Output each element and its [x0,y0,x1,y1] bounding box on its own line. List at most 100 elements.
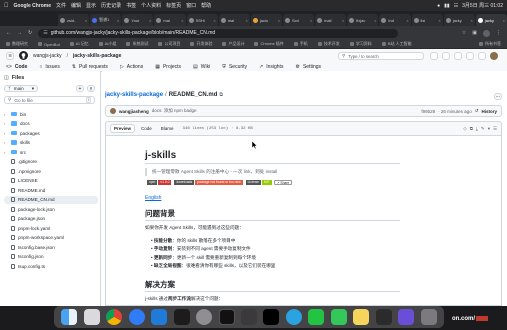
tree-folder[interactable]: › src [4,148,26,156]
hamburger-menu-icon[interactable]: ☰ [6,51,14,60]
close-tab-icon[interactable]: × [246,18,248,23]
menubar-item[interactable]: 窗口 [186,2,196,9]
close-tab-icon[interactable]: × [406,18,408,23]
close-tab-icon[interactable]: × [438,18,440,23]
control-center-icon[interactable]: ☷ [454,3,458,9]
terminal-icon[interactable] [218,309,235,325]
commit-hash[interactable]: f99b28 [421,109,435,114]
tree-folder[interactable]: › docs [4,120,30,128]
github-search-input[interactable]: ⚲ Type / to search [338,52,424,60]
capcut-icon[interactable] [263,309,280,325]
create-new-icon[interactable] [442,52,450,60]
tree-file[interactable]: package-lock.json [4,205,55,213]
npm-badge-value[interactable]: v1.0.0 [158,180,172,185]
tree-folder[interactable]: › skills [4,139,30,147]
close-tab-icon[interactable]: × [342,18,344,23]
browser-tab[interactable]: Ind × [379,14,411,26]
bookmark-item[interactable]: 学习资料 [349,41,372,47]
system-settings-icon[interactable] [196,309,213,325]
tree-file[interactable]: LICENSE [4,177,38,185]
menubar-item[interactable]: 帮助 [201,2,211,9]
photos-icon[interactable] [375,309,392,325]
close-tab-icon[interactable]: × [149,18,151,23]
repo-tab-actions[interactable]: ▷ Actions [120,62,143,72]
browser-tab[interactable]: ilsi × [411,14,443,26]
browser-tab[interactable]: 智谱1 × [90,14,122,26]
address-bar[interactable]: ☰ github.com/wangjs-jacky/jacky-skills-p… [38,28,399,38]
repo-tab-insights[interactable]: ↗ Insights [259,62,283,72]
npm-badge-label[interactable]: npm [147,180,158,185]
bookmark-item[interactable]: AI小组 [98,41,116,47]
vscode-icon[interactable] [151,309,168,325]
finder-icon[interactable] [61,309,78,325]
menubar-item[interactable]: 编辑 [71,2,81,9]
go-to-file-input[interactable]: ⚲ Go to file t [4,96,95,104]
browser-tab[interactable]: Scri × [282,14,315,26]
commit-message[interactable]: docs: 添加 npm badge [152,108,197,114]
browser-tab[interactable]: zsid- × [58,14,90,26]
bookmark-item[interactable]: 数理研究 [6,41,28,47]
tree-file[interactable]: tsup.config.ts [4,262,45,270]
reload-icon[interactable]: ↻ [28,30,32,36]
bookmark-item[interactable]: B站 人工智能 [381,41,412,47]
license-badge-value[interactable]: MIT [262,180,272,185]
menubar-item[interactable]: 书签 [126,2,136,9]
collapse-sidebar-icon[interactable]: ◫ [4,75,9,81]
menubar-item[interactable]: 历史记录 [101,2,121,9]
figma-icon[interactable] [398,309,415,325]
launchpad-icon[interactable] [83,309,100,325]
bookmark-item[interactable]: 开发体验 [190,41,212,47]
tree-file[interactable]: .gitignore [4,158,37,166]
blame-toggle[interactable]: Blame [158,125,177,132]
chrome-icon[interactable] [106,309,123,325]
search-files-button[interactable]: ⚲ [87,85,95,92]
tree-file[interactable]: package.json [4,215,45,223]
breadcrumb-repo-link[interactable]: jacky-skills-package [105,92,163,98]
tree-folder[interactable]: › packages [4,129,40,137]
repo-tab-settings[interactable]: ⚙ Settings [295,62,321,72]
bookmark-item[interactable]: 系统测试 [126,41,148,47]
browser-tab[interactable]: jacky × [443,14,475,26]
bookmark-item[interactable]: 所有书签 [479,41,501,47]
close-tab-icon[interactable]: × [374,18,376,23]
tree-file[interactable]: README.md [4,186,45,194]
browser-tab[interactable]: mai × [218,14,250,26]
bookmark-item[interactable]: 技术开发 [317,41,340,47]
github-logo-icon[interactable] [19,51,28,60]
copilot-icon[interactable]: ◇ [463,126,466,132]
messages-icon[interactable] [330,309,347,325]
chrome-menu-icon[interactable]: ⋮ [496,30,501,36]
repo-name-link[interactable]: jacky-skills-package [73,53,121,59]
menubar-app-name[interactable]: Google Chrome [14,3,52,9]
repo-tab-pull-requests[interactable]: ⇅ Pull requests [72,62,108,72]
back-icon[interactable]: ← [6,30,11,36]
menubar-item[interactable]: 显示 [86,2,96,9]
profile-avatar[interactable] [483,29,490,37]
outline-icon[interactable]: ☰ [493,126,497,132]
close-tab-icon[interactable]: × [117,18,119,23]
close-tab-icon[interactable]: × [310,18,312,23]
close-tab-icon[interactable]: × [470,18,472,23]
forward-icon[interactable]: → [17,30,22,36]
commit-author[interactable]: wangjiasheng [119,109,149,114]
license-badge-label[interactable]: License [245,180,261,185]
pull-requests-shortcut-icon[interactable] [466,52,474,60]
user-avatar[interactable] [490,52,498,60]
battery-icon[interactable]: ▮▮ [444,3,450,9]
trash-icon[interactable] [420,309,437,325]
close-tab-icon[interactable]: × [213,18,215,23]
safari-icon[interactable] [128,309,145,325]
preview-toggle[interactable]: Preview [110,124,136,133]
repo-tab-projects[interactable]: ▦ Projects [155,62,181,72]
repo-owner-link[interactable]: wangjs-jacky [33,53,62,59]
copilot-icon[interactable] [430,52,438,60]
browser-tab[interactable]: mai × [154,14,186,26]
wechat-icon[interactable] [308,309,325,325]
downloads-badge-label[interactable]: downloads [174,180,195,185]
notes-icon[interactable] [353,309,370,325]
downloads-badge-value[interactable]: package not found or too new [195,180,243,185]
bookmark-item[interactable]: 公司项目 [158,41,180,47]
add-file-button[interactable]: + [76,85,84,92]
tree-file[interactable]: pnpm-workspace.yaml [4,234,64,242]
app-icon[interactable] [240,309,257,325]
